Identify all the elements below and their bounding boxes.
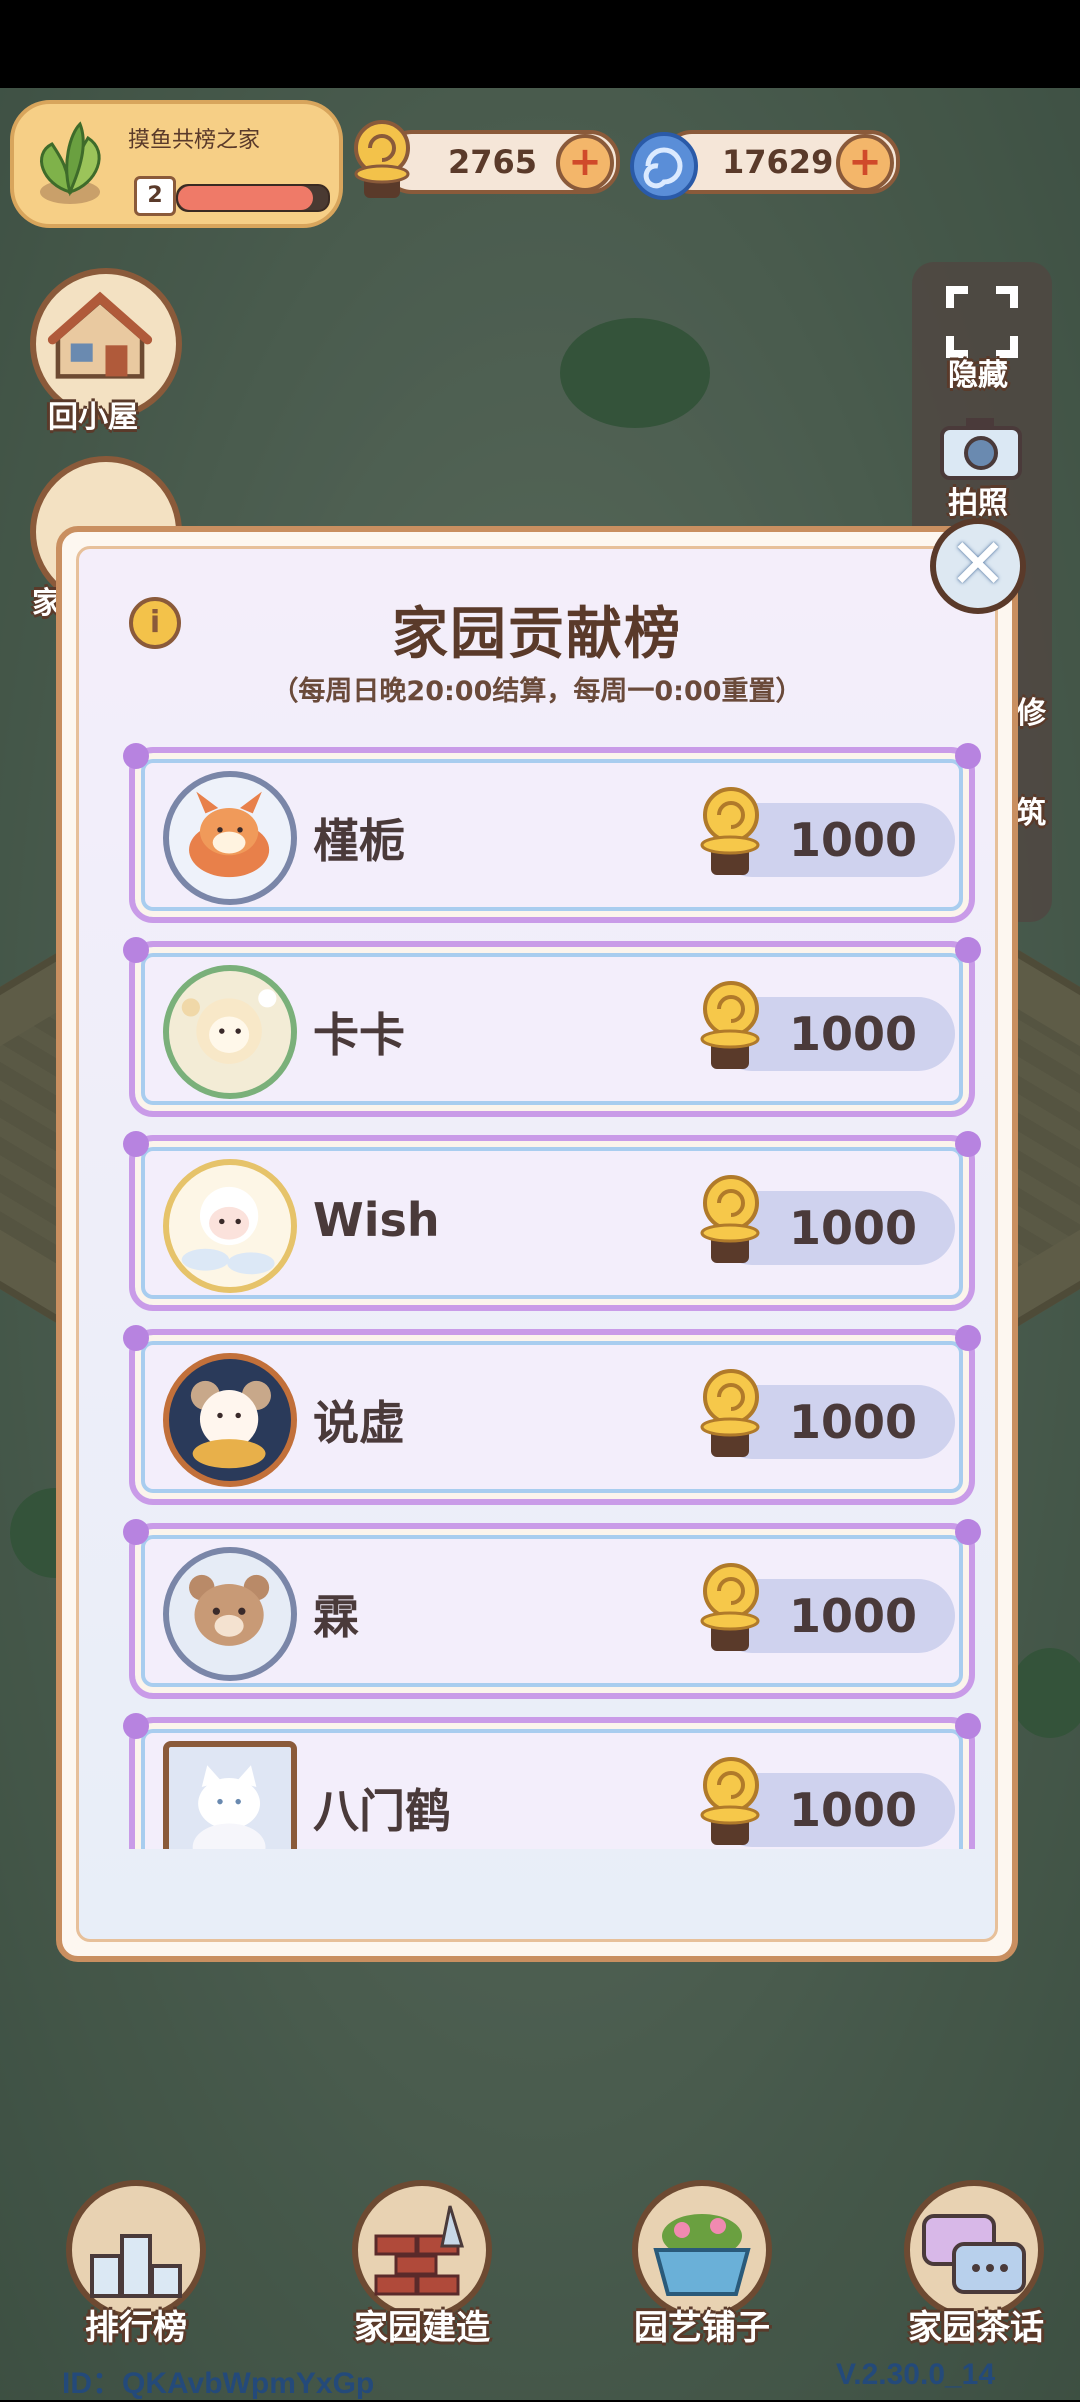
golden-snail-icon xyxy=(700,787,760,875)
chat-bubbles-icon xyxy=(922,2214,1026,2294)
nav-tea-talk-label: 家园茶话 xyxy=(908,2308,1044,2348)
avatar-sheep-cloud[interactable] xyxy=(163,1159,297,1293)
player-id: ID：QKAvbWpmYxGp xyxy=(62,2367,375,2400)
score-value: 1000 xyxy=(788,1201,917,1255)
nav-ranking-button[interactable] xyxy=(66,2180,206,2320)
avatar-sheep-flower[interactable] xyxy=(163,965,297,1099)
hide-button-label[interactable]: 隐藏 xyxy=(948,350,1008,394)
avatar-bear[interactable] xyxy=(163,1547,297,1681)
close-button[interactable]: ✕ xyxy=(930,518,1026,614)
player-name: 槿栀 xyxy=(313,814,405,868)
dialog-title: 家园贡献榜 xyxy=(392,602,682,667)
ranking-row[interactable]: Wish 1000 xyxy=(123,1131,981,1311)
sheep-icon xyxy=(181,989,277,1064)
avatar-fox[interactable] xyxy=(163,771,297,905)
home-name: 摸鱼共榜之家 xyxy=(128,128,261,153)
bricks-trowel-icon xyxy=(374,2205,465,2296)
fox-icon xyxy=(189,791,270,878)
bear-icon xyxy=(189,1574,270,1646)
camera-icon xyxy=(940,418,1022,480)
blue-swirl-gem-icon xyxy=(630,132,698,200)
add-gem-button[interactable]: + xyxy=(836,134,894,192)
nav-build-button[interactable] xyxy=(352,2180,492,2320)
score-value: 1000 xyxy=(788,1783,917,1837)
sheep-icon xyxy=(181,1186,275,1275)
ranking-list[interactable]: 槿栀 1000 卡卡 1000 Wish 1000 说虚 1000 霖 1000… xyxy=(123,729,981,1849)
return-home-label: 回小屋 xyxy=(48,400,138,435)
score-value: 1000 xyxy=(788,1395,917,1449)
player-name: 说虚 xyxy=(313,1396,405,1450)
right-partial-label-1[interactable]: 修 xyxy=(1016,688,1046,732)
dialog-subtitle: （每周日晚20:00结算，每周一0:00重置） xyxy=(271,676,803,707)
home-info-card[interactable]: 摸鱼共榜之家 2 xyxy=(10,100,343,228)
right-partial-label-2[interactable]: 筑 xyxy=(1016,788,1046,832)
add-snail-button[interactable]: + xyxy=(556,134,614,192)
player-name: 霖 xyxy=(313,1590,359,1644)
nav-garden-shop-label: 园艺铺子 xyxy=(634,2308,770,2348)
score-value: 1000 xyxy=(788,1589,917,1643)
golden-snail-icon xyxy=(354,120,410,198)
cat-icon xyxy=(192,1765,266,1849)
level-progress-bar xyxy=(176,184,330,212)
avatar-mouse-scarf[interactable] xyxy=(163,1353,297,1487)
nav-garden-shop-button[interactable] xyxy=(632,2180,772,2320)
golden-snail-icon xyxy=(700,1563,760,1651)
dialog-body: i 家园贡献榜 （每周日晚20:00结算，每周一0:00重置） 槿栀 1000 … xyxy=(76,546,998,1942)
mouse-icon xyxy=(190,1380,271,1469)
nav-ranking-label: 排行榜 xyxy=(85,2308,187,2348)
plant-icon xyxy=(40,121,101,204)
ranking-row[interactable]: 说虚 1000 xyxy=(123,1325,981,1505)
ranking-row[interactable]: 卡卡 1000 xyxy=(123,937,981,1117)
golden-snail-icon xyxy=(700,1175,760,1263)
photo-button-label[interactable]: 拍照 xyxy=(948,478,1008,522)
ranking-row[interactable]: 八门鹤 1000 xyxy=(123,1713,981,1849)
nav-build-label: 家园建造 xyxy=(354,2308,490,2348)
golden-snail-icon xyxy=(700,1757,760,1845)
app-version: V.2.30.0_14 xyxy=(836,2358,996,2391)
ranking-row[interactable]: 槿栀 1000 xyxy=(123,743,981,923)
level-badge: 2 xyxy=(134,176,176,216)
player-name: 卡卡 xyxy=(313,1008,405,1062)
gem-currency-value: 17629 xyxy=(722,143,834,181)
contribution-ranking-dialog: i 家园贡献榜 （每周日晚20:00结算，每周一0:00重置） 槿栀 1000 … xyxy=(56,526,1018,1962)
level-progress-fill xyxy=(178,186,313,210)
score-value: 1000 xyxy=(788,813,917,867)
player-name: 八门鹤 xyxy=(313,1784,451,1838)
flower-basket-icon xyxy=(653,2214,751,2296)
house-icon xyxy=(47,291,153,379)
golden-snail-icon xyxy=(700,981,760,1069)
golden-snail-icon xyxy=(700,1369,760,1457)
nav-tea-talk-button[interactable] xyxy=(904,2180,1044,2320)
podium-icon xyxy=(90,2234,182,2298)
player-name: Wish xyxy=(313,1193,440,1247)
avatar-white-cat[interactable] xyxy=(163,1741,297,1849)
score-value: 1000 xyxy=(788,1007,917,1061)
ranking-row[interactable]: 霖 1000 xyxy=(123,1519,981,1699)
snail-currency-value: 2765 xyxy=(448,143,538,181)
